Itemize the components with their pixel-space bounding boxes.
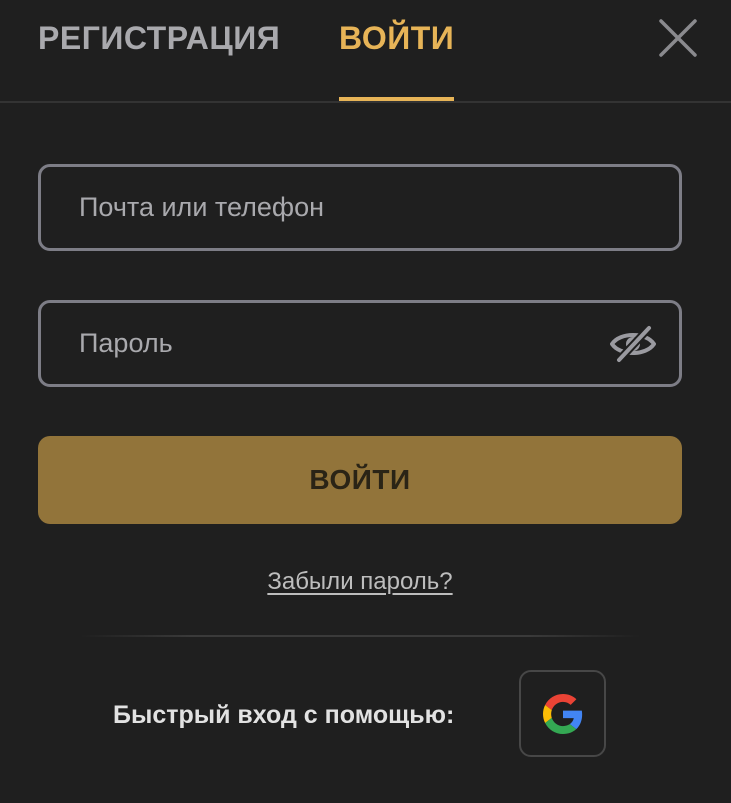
divider [80,635,640,637]
active-tab-indicator [339,97,454,101]
password-visibility-toggle[interactable] [609,324,657,364]
google-login-button[interactable] [519,670,606,757]
google-icon [542,693,582,734]
password-input[interactable] [79,303,609,384]
close-icon [659,19,697,57]
email-field [38,164,682,251]
login-button[interactable]: ВОЙТИ [38,436,682,524]
close-button[interactable] [656,16,700,60]
tab-register[interactable]: РЕГИСТРАЦИЯ [38,18,280,58]
password-field [38,300,682,387]
eye-off-icon [610,324,656,364]
tab-login[interactable]: ВОЙТИ [339,18,454,58]
social-login-label: Быстрый вход с помощью: [113,701,455,729]
forgot-password-link[interactable]: Забыли пароль? [0,568,720,596]
auth-tabs: РЕГИСТРАЦИЯ ВОЙТИ [0,0,731,103]
email-input[interactable] [79,167,609,248]
